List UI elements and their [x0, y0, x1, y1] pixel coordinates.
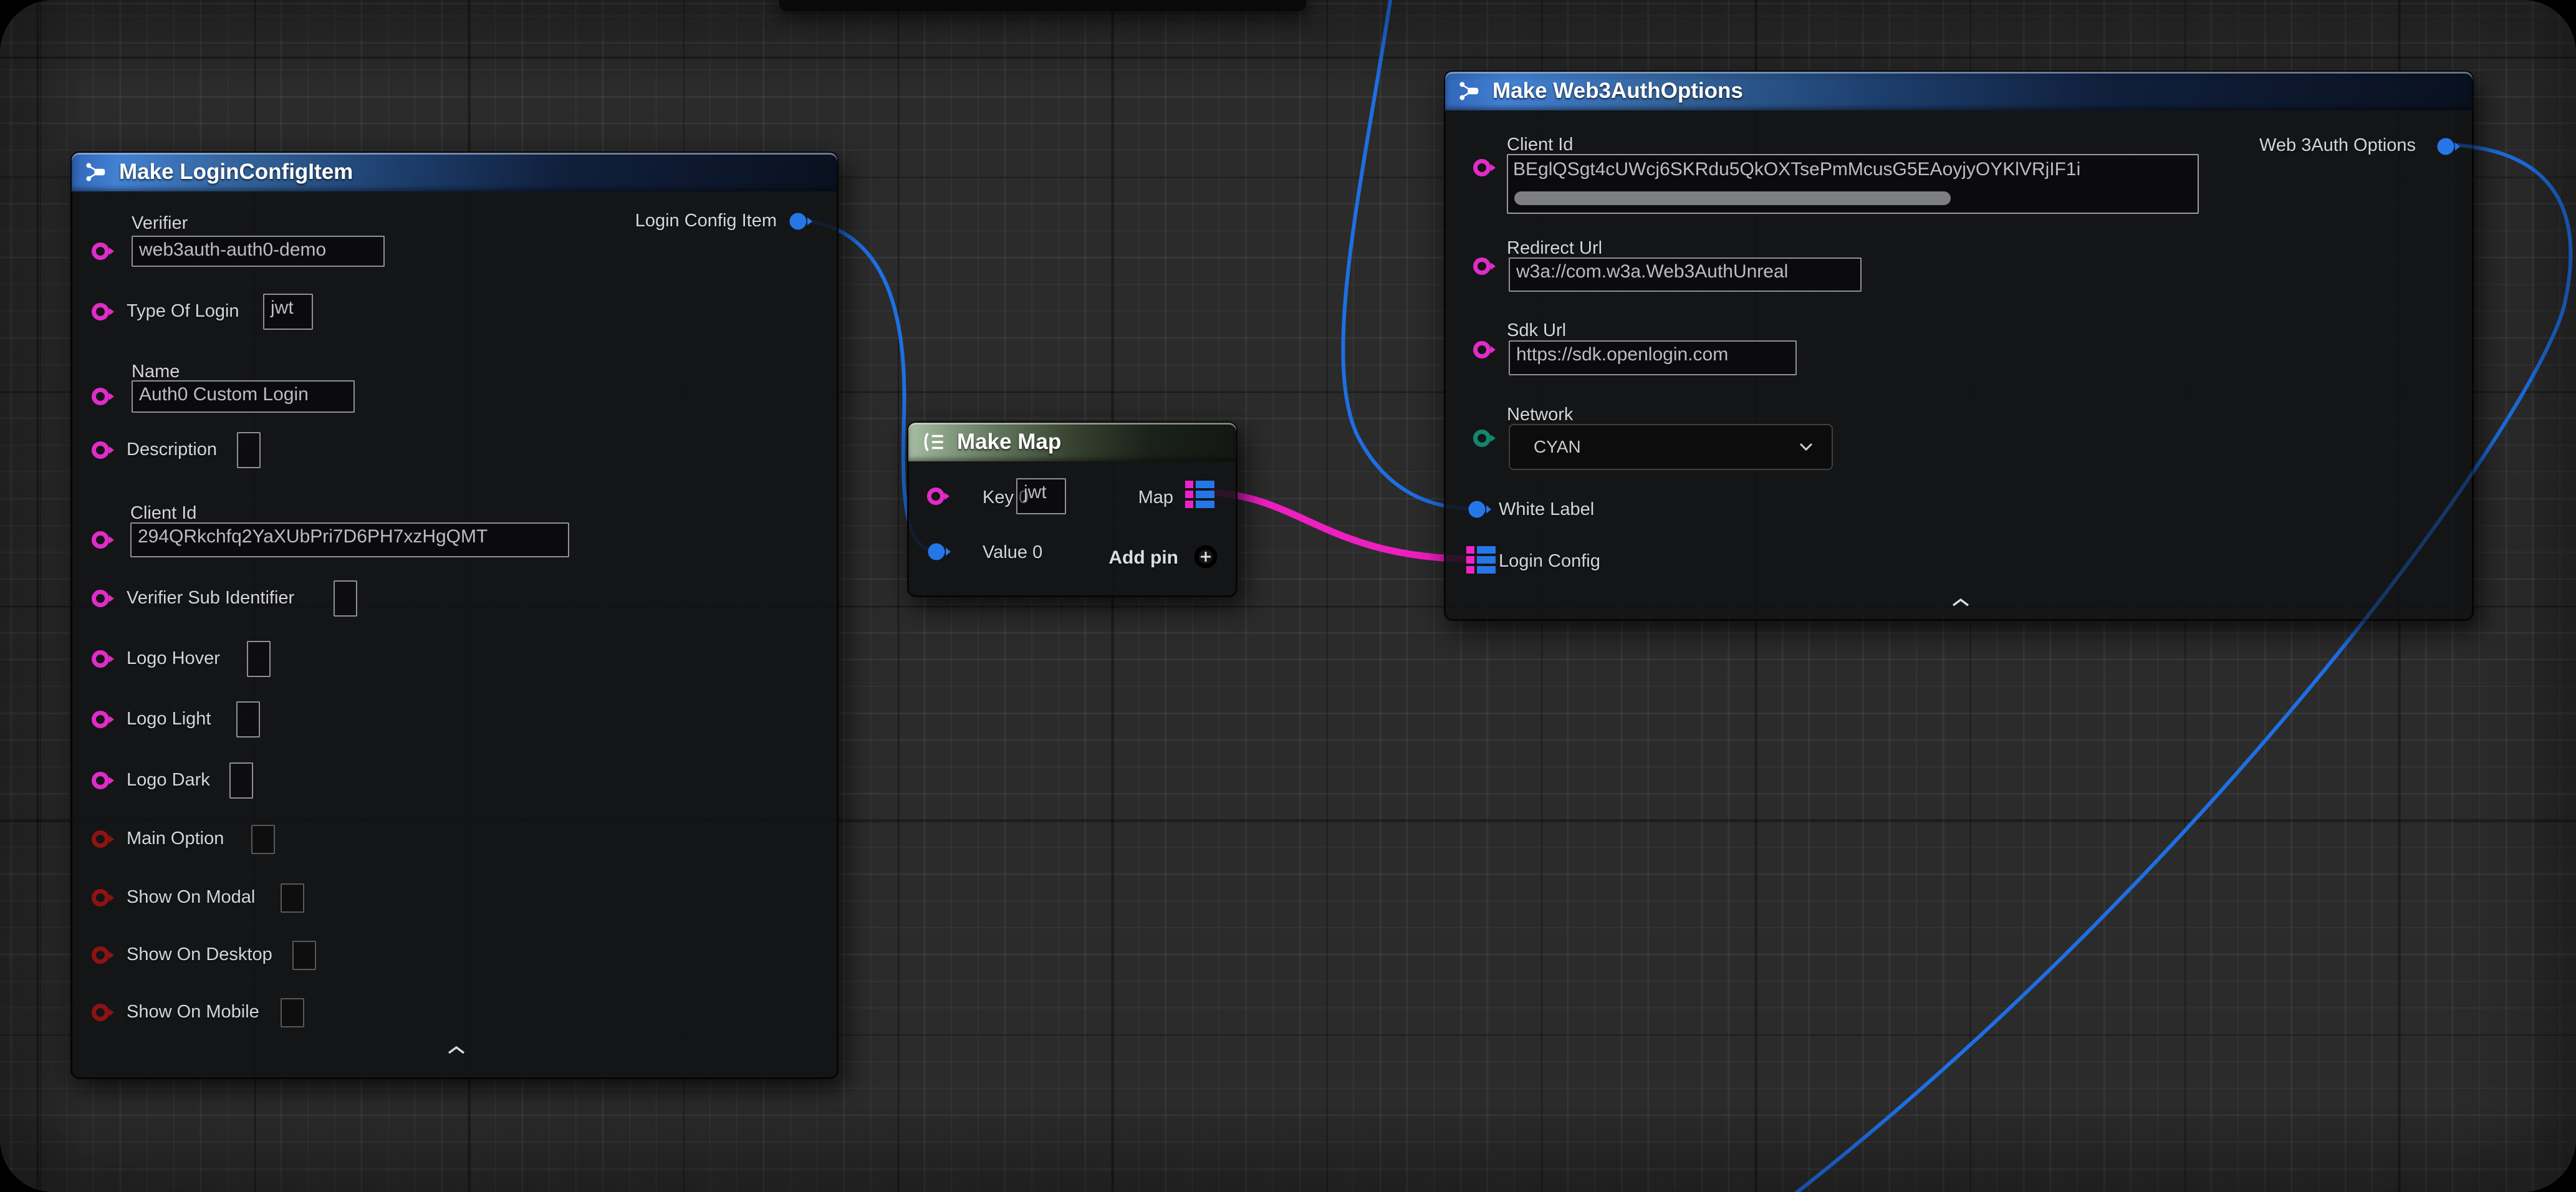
network-selected-value: CYAN: [1534, 437, 1581, 457]
sdk-url-input[interactable]: https://sdk.openlogin.com: [1509, 340, 1797, 375]
node-title: Make Web3AuthOptions: [1492, 79, 1743, 103]
show-on-desktop-checkbox[interactable]: [292, 941, 316, 970]
node-header[interactable]: Make Map: [908, 423, 1236, 461]
pin-label-network: Network: [1507, 405, 1573, 425]
node-header[interactable]: Make Web3AuthOptions: [1445, 72, 2473, 110]
pin-type-of-login[interactable]: [90, 300, 118, 323]
pin-label-name: Name: [132, 362, 180, 382]
logo-light-input[interactable]: [236, 701, 260, 738]
redirect-url-input[interactable]: w3a://com.w3a.Web3AuthUnreal: [1509, 257, 1862, 292]
pin-key-0[interactable]: [926, 485, 953, 507]
pin-label-white-label: White Label: [1499, 499, 1594, 520]
pin-login-config-map-icon[interactable]: [1466, 546, 1496, 574]
pin-show-on-modal[interactable]: [90, 887, 118, 909]
add-pin-label: Add pin: [1108, 547, 1178, 569]
pin-white-label[interactable]: [1467, 498, 1494, 521]
pin-label-verifier-sub-identifier: Verifier Sub Identifier: [127, 588, 294, 608]
pin-label-login-config: Login Config: [1499, 551, 1600, 572]
client-id-input[interactable]: 294QRkchfq2YaXUbPri7D6PH7xzHgQMT: [130, 522, 569, 557]
node-title: Make LoginConfigItem: [119, 160, 353, 185]
pin-label-map-output: Map: [1138, 488, 1173, 508]
node-title: Make Map: [957, 430, 1061, 454]
chevron-down-icon: [1798, 442, 1814, 452]
pin-logo-light[interactable]: [90, 708, 118, 731]
show-on-mobile-checkbox[interactable]: [281, 998, 304, 1027]
pin-label-show-on-mobile: Show On Mobile: [127, 1002, 259, 1022]
pin-main-option[interactable]: [90, 828, 118, 850]
make-struct-icon: [85, 161, 108, 183]
pin-label-value-0: Value 0: [983, 542, 1042, 563]
show-on-modal-checkbox[interactable]: [281, 883, 304, 913]
pin-description[interactable]: [90, 439, 118, 461]
pin-show-on-desktop[interactable]: [90, 944, 118, 966]
pin-login-config-item-output[interactable]: [788, 210, 815, 233]
network-dropdown[interactable]: CYAN: [1509, 424, 1833, 470]
pin-label-redirect-url: Redirect Url: [1507, 238, 1602, 259]
output-label-login-config-item: Login Config Item: [635, 211, 777, 231]
make-map-icon: [922, 431, 946, 453]
pin-map-output-icon[interactable]: [1185, 481, 1215, 508]
pin-verifier[interactable]: [90, 240, 118, 262]
collapse-node-chevron-up-icon[interactable]: [444, 1044, 469, 1056]
pin-sdk-url[interactable]: [1472, 339, 1499, 361]
pin-client-id[interactable]: [90, 529, 118, 551]
main-option-checkbox[interactable]: [251, 825, 275, 854]
verifier-input[interactable]: web3auth-auth0-demo: [132, 236, 385, 267]
pin-label-logo-hover: Logo Hover: [127, 648, 220, 669]
pin-label-verifier: Verifier: [132, 213, 188, 234]
pin-label-logo-light: Logo Light: [127, 709, 211, 729]
logo-dark-input[interactable]: [229, 762, 253, 799]
pin-label-type-of-login: Type Of Login: [127, 301, 239, 322]
pin-client-id[interactable]: [1472, 156, 1499, 179]
client-id-horizontal-scrollbar[interactable]: [1514, 191, 1951, 205]
pin-label-sdk-url: Sdk Url: [1507, 320, 1566, 341]
blueprint-canvas[interactable]: Make LoginConfigItem Login Config Item V…: [0, 0, 2576, 1192]
add-pin-plus-circle-icon[interactable]: [1193, 544, 1218, 569]
type-of-login-input[interactable]: jwt: [263, 294, 313, 330]
pin-label-client-id: Client Id: [130, 503, 196, 524]
pin-logo-dark[interactable]: [90, 769, 118, 792]
pin-logo-hover[interactable]: [90, 648, 118, 670]
pin-label-show-on-modal: Show On Modal: [127, 887, 255, 908]
pin-redirect-url[interactable]: [1472, 255, 1499, 277]
offscreen-node-top[interactable]: [779, 0, 1306, 11]
description-input[interactable]: [237, 432, 261, 468]
pin-verifier-sub-identifier[interactable]: [90, 587, 118, 610]
blueprint-editor: Make LoginConfigItem Login Config Item V…: [0, 0, 2576, 1192]
pin-web3auth-options-output[interactable]: [2436, 135, 2463, 158]
pin-label-logo-dark: Logo Dark: [127, 770, 210, 791]
pin-label-client-id: Client Id: [1507, 135, 1573, 155]
node-header[interactable]: Make LoginConfigItem: [72, 153, 837, 191]
client-id-value: BEglQSgt4cUWcj6SKRdu5QkOXTsePmMcusG5EAoy…: [1508, 155, 2198, 180]
pin-value-0[interactable]: [926, 541, 954, 563]
pin-network[interactable]: [1472, 427, 1499, 449]
pin-label-show-on-desktop: Show On Desktop: [127, 944, 272, 965]
node-make-map[interactable]: Make Map Key 0 jwt Map Value 0 Add pin: [907, 421, 1238, 597]
node-make-web3authoptions[interactable]: Make Web3AuthOptions Client Id BEglQSgt4…: [1444, 70, 2474, 621]
pin-label-main-option: Main Option: [127, 829, 224, 849]
pin-name[interactable]: [90, 385, 118, 408]
collapse-node-chevron-up-icon[interactable]: [1948, 596, 1973, 608]
output-label-web3auth-options: Web 3Auth Options: [2259, 135, 2416, 156]
name-input[interactable]: Auth0 Custom Login: [132, 380, 355, 413]
make-struct-icon: [1459, 80, 1481, 102]
pin-label-description: Description: [127, 440, 217, 460]
verifier-sub-identifier-input[interactable]: [334, 580, 357, 617]
logo-hover-input[interactable]: [247, 641, 271, 677]
key-0-input[interactable]: jwt: [1016, 478, 1066, 514]
node-make-loginconfigitem[interactable]: Make LoginConfigItem Login Config Item V…: [70, 151, 839, 1079]
pin-show-on-mobile[interactable]: [90, 1001, 118, 1024]
client-id-input[interactable]: BEglQSgt4cUWcj6SKRdu5QkOXTsePmMcusG5EAoy…: [1507, 154, 2199, 214]
